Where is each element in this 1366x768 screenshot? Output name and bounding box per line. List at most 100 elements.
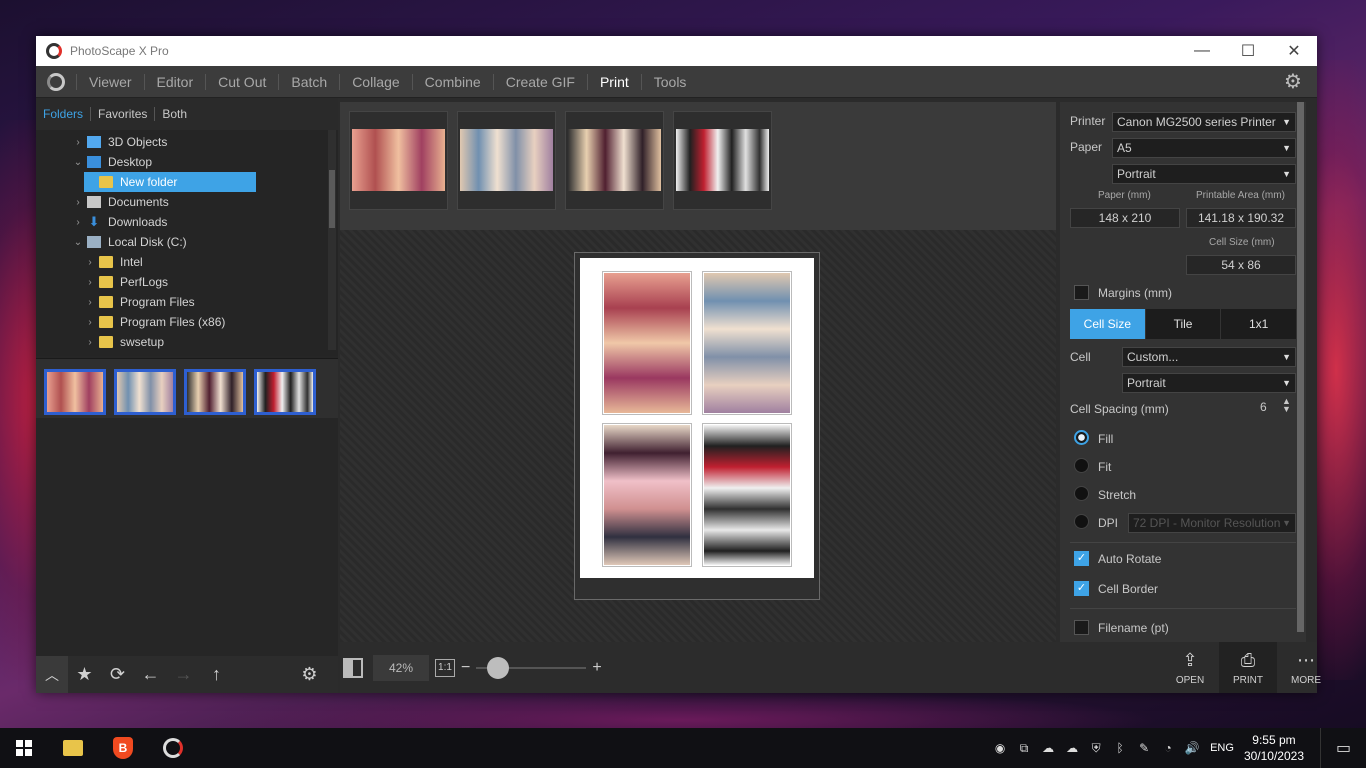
tab-tile[interactable]: Tile <box>1144 309 1221 339</box>
forward-arrow-icon[interactable]: → <box>167 656 200 693</box>
tree-expander-icon[interactable]: ⌄ <box>72 157 84 168</box>
tree-expander-icon[interactable]: › <box>84 277 96 288</box>
menu-create-gif[interactable]: Create GIF <box>492 73 587 90</box>
onedrive-offline-icon[interactable]: ☁ <box>1060 741 1084 755</box>
spin-arrows-icon[interactable]: ▲ ▼ <box>1282 397 1291 414</box>
tree-expander-icon[interactable]: › <box>72 137 84 148</box>
cell-spacing-value[interactable]: 6 <box>1260 400 1267 414</box>
fit-radio[interactable] <box>1074 458 1089 473</box>
home-button[interactable] <box>36 66 76 98</box>
up-arrow-icon[interactable]: ↑ <box>200 656 233 693</box>
volume-icon[interactable]: 🔊 <box>1180 741 1204 755</box>
network-device-icon[interactable]: ⧉ <box>1012 741 1036 756</box>
print-cell[interactable] <box>702 423 792 567</box>
minimize-button[interactable]: — <box>1179 36 1225 66</box>
strip-image[interactable] <box>565 111 664 210</box>
open-button[interactable]: ⇪ OPEN <box>1161 642 1219 693</box>
clock[interactable]: 9:55 pm 30/10/2023 <box>1244 732 1304 764</box>
orientation-select[interactable]: Portrait ▼ <box>1112 164 1296 184</box>
print-button[interactable]: ⎙ PRINT <box>1219 642 1277 693</box>
tree-expander-icon[interactable]: › <box>84 297 96 308</box>
compare-view-icon[interactable] <box>343 657 363 678</box>
cloud-icon[interactable]: ☁ <box>1036 741 1060 755</box>
paper-select[interactable]: A5 ▼ <box>1112 138 1296 158</box>
fill-radio[interactable] <box>1074 430 1089 445</box>
thumbnail[interactable] <box>254 369 316 415</box>
tree-item[interactable]: ⌄ Local Disk (C:) <box>72 232 187 252</box>
tree-expander-icon[interactable]: ⌄ <box>72 237 84 248</box>
cell-orientation-select[interactable]: Portrait ▼ <box>1122 373 1296 393</box>
menu-editor[interactable]: Editor <box>143 73 206 90</box>
menu-combine[interactable]: Combine <box>411 73 493 90</box>
menu-collage[interactable]: Collage <box>339 73 411 90</box>
margins-checkbox[interactable] <box>1074 285 1089 300</box>
strip-image[interactable] <box>457 111 556 210</box>
notification-icon[interactable]: ▭ <box>1320 728 1366 768</box>
thumbnail[interactable] <box>114 369 176 415</box>
thumbnail[interactable] <box>184 369 246 415</box>
auto-rotate-checkbox[interactable]: ✓ <box>1074 551 1089 566</box>
taskbar-brave[interactable]: B <box>98 728 148 768</box>
tree-expander-icon[interactable]: › <box>84 257 96 268</box>
taskbar-file-explorer[interactable] <box>48 728 98 768</box>
language-indicator[interactable]: ENG <box>1210 742 1234 754</box>
menu-cut-out[interactable]: Cut Out <box>205 73 278 90</box>
gear-icon[interactable]: ⚙ <box>293 656 326 693</box>
tree-item[interactable]: New folder <box>84 172 256 192</box>
gear-icon[interactable]: ⚙ <box>1283 72 1303 92</box>
dpi-radio[interactable] <box>1074 514 1089 529</box>
thumbnail[interactable] <box>44 369 106 415</box>
star-icon[interactable]: ★ <box>68 656 101 693</box>
tab-favorites[interactable]: Favorites <box>90 107 154 121</box>
tab-folders[interactable]: Folders <box>36 107 90 121</box>
tree-item[interactable]: › ⬇ Downloads <box>72 212 167 232</box>
zoom-slider-handle[interactable] <box>487 656 510 679</box>
actual-size-button[interactable]: 1:1 <box>435 658 455 677</box>
tree-item[interactable]: › swsetup <box>84 332 164 352</box>
tree-item[interactable]: › 3D Objects <box>72 132 167 152</box>
print-cell[interactable] <box>602 423 692 567</box>
print-cell[interactable] <box>602 271 692 415</box>
tab-cell-size[interactable]: Cell Size <box>1070 309 1145 339</box>
tree-item[interactable]: › Program Files <box>84 292 194 312</box>
dpi-select[interactable]: 72 DPI - Monitor Resolution ▼ <box>1128 513 1296 533</box>
taskbar-photoscape[interactable] <box>148 728 198 768</box>
menu-tools[interactable]: Tools <box>640 73 699 90</box>
zoom-in-icon[interactable]: + <box>592 659 601 677</box>
zoom-level[interactable]: 42% <box>373 654 429 681</box>
cell-border-checkbox[interactable]: ✓ <box>1074 581 1089 596</box>
tree-expander-icon[interactable]: › <box>72 217 84 228</box>
cell-select[interactable]: Custom... ▼ <box>1122 347 1296 367</box>
tree-expander-icon[interactable]: › <box>72 197 84 208</box>
tree-item[interactable]: › Program Files (x86) <box>84 312 225 332</box>
settings-scrollbar[interactable] <box>1297 102 1304 632</box>
tree-scrollbar[interactable] <box>328 130 336 350</box>
tab-1x1[interactable]: 1x1 <box>1220 309 1297 339</box>
tree-expander-icon[interactable]: › <box>84 317 96 328</box>
tree-item[interactable]: ⌄ Desktop <box>72 152 152 172</box>
pen-icon[interactable]: ✎ <box>1132 741 1156 755</box>
zoom-out-icon[interactable]: − <box>461 659 470 677</box>
start-button[interactable] <box>0 728 48 768</box>
stretch-radio[interactable] <box>1074 486 1089 501</box>
bluetooth-icon[interactable]: ᛒ <box>1108 741 1132 755</box>
close-button[interactable]: ✕ <box>1271 36 1317 66</box>
title-bar[interactable]: PhotoScape X Pro — ☐ ✕ <box>36 36 1317 66</box>
printer-select[interactable]: Canon MG2500 series Printer ▼ <box>1112 112 1296 132</box>
zoom-slider[interactable] <box>476 656 587 679</box>
more-button[interactable]: ⋯ MORE <box>1277 642 1335 693</box>
menu-batch[interactable]: Batch <box>278 73 339 90</box>
chevron-up-icon[interactable]: ︿ <box>36 656 68 693</box>
tree-expander-icon[interactable]: › <box>84 337 96 348</box>
menu-print[interactable]: Print <box>586 73 641 90</box>
refresh-icon[interactable]: ⟳ <box>101 656 134 693</box>
filename-checkbox[interactable] <box>1074 620 1089 635</box>
wifi-icon[interactable]: ◔ <box>1156 741 1180 755</box>
maximize-button[interactable]: ☐ <box>1225 36 1271 66</box>
security-icon[interactable]: ⛨ <box>1084 741 1108 756</box>
strip-image[interactable] <box>673 111 772 210</box>
antivirus-icon[interactable]: ◉ <box>988 741 1012 755</box>
tree-item[interactable]: › Documents <box>72 192 168 212</box>
tree-item[interactable]: › PerfLogs <box>84 272 168 292</box>
tree-item[interactable]: › Intel <box>84 252 142 272</box>
